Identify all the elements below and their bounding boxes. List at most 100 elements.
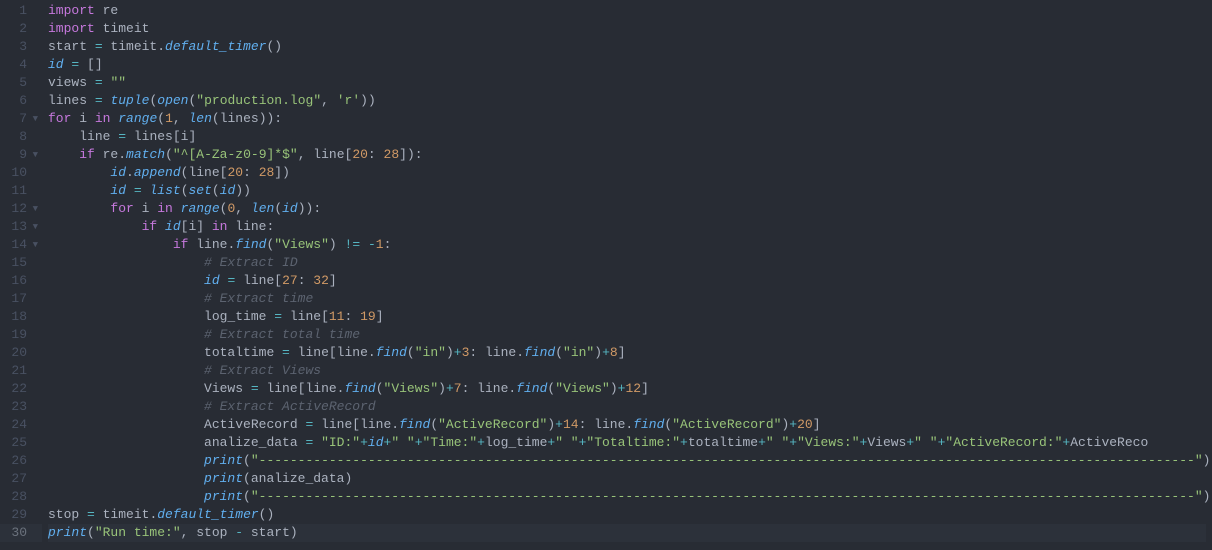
code-line[interactable]: log_time = line[11: 19] xyxy=(48,308,1206,326)
code-line[interactable]: import timeit xyxy=(48,20,1206,38)
gutter-line[interactable]: 11 xyxy=(0,182,42,200)
code-line[interactable]: if id[i] in line: xyxy=(48,218,1206,236)
code-line[interactable]: id = [] xyxy=(48,56,1206,74)
fold-arrow-icon[interactable]: ▼ xyxy=(30,146,38,164)
code-line[interactable]: line = lines[i] xyxy=(48,128,1206,146)
token: lines xyxy=(48,93,95,108)
token: timeit xyxy=(95,507,150,522)
token: ) xyxy=(438,381,446,396)
line-number: 26 xyxy=(11,452,27,470)
code-line[interactable]: # Extract Views xyxy=(48,362,1206,380)
indent xyxy=(48,381,204,396)
token: 8 xyxy=(610,345,618,360)
code-line[interactable]: # Extract total time xyxy=(48,326,1206,344)
gutter-line[interactable]: 16 xyxy=(0,272,42,290)
token: = xyxy=(118,129,126,144)
gutter-line[interactable]: 1 xyxy=(0,2,42,20)
line-number: 8 xyxy=(19,128,27,146)
gutter-line[interactable]: 22 xyxy=(0,380,42,398)
code-line[interactable]: # Extract ID xyxy=(48,254,1206,272)
code-line[interactable]: ActiveRecord = line[line.find("ActiveRec… xyxy=(48,416,1206,434)
token: , xyxy=(321,93,337,108)
gutter-line[interactable]: 15 xyxy=(0,254,42,272)
gutter-line[interactable]: 9▼ xyxy=(0,146,42,164)
gutter-line[interactable]: 18 xyxy=(0,308,42,326)
token: line[line xyxy=(259,381,337,396)
line-number-gutter[interactable]: 1234567▼89▼101112▼13▼14▼1516171819202122… xyxy=(0,0,42,550)
gutter-line[interactable]: 19 xyxy=(0,326,42,344)
code-line[interactable]: print("---------------------------------… xyxy=(48,488,1206,506)
fold-arrow-icon[interactable]: ▼ xyxy=(30,218,38,236)
gutter-line[interactable]: 17 xyxy=(0,290,42,308)
gutter-line[interactable]: 25 xyxy=(0,434,42,452)
token: re xyxy=(103,147,119,162)
code-line[interactable]: id.append(line[20: 28]) xyxy=(48,164,1206,182)
gutter-line[interactable]: 24 xyxy=(0,416,42,434)
code-line[interactable]: if line.find("Views") != -1: xyxy=(48,236,1206,254)
code-line[interactable]: import re xyxy=(48,2,1206,20)
token: set xyxy=(189,183,212,198)
code-line[interactable]: for i in range(1, len(lines)): xyxy=(48,110,1206,128)
token: "---------------------------------------… xyxy=(251,489,1203,504)
gutter-line[interactable]: 5 xyxy=(0,74,42,92)
code-line[interactable]: for i in range(0, len(id)): xyxy=(48,200,1206,218)
code-line[interactable]: print(analize_data) xyxy=(48,470,1206,488)
line-number: 19 xyxy=(11,326,27,344)
code-line[interactable]: stop = timeit.default_timer() xyxy=(48,506,1206,524)
code-line[interactable]: Views = line[line.find("Views")+7: line.… xyxy=(48,380,1206,398)
code-line[interactable]: # Extract time xyxy=(48,290,1206,308)
code-line[interactable]: # Extract ActiveRecord xyxy=(48,398,1206,416)
token: != xyxy=(345,237,361,252)
code-line[interactable]: views = "" xyxy=(48,74,1206,92)
gutter-line[interactable]: 6 xyxy=(0,92,42,110)
code-editor[interactable]: 1234567▼89▼101112▼13▼14▼1516171819202122… xyxy=(0,0,1212,550)
token: 1 xyxy=(376,237,384,252)
gutter-line[interactable]: 10 xyxy=(0,164,42,182)
code-line[interactable]: print("---------------------------------… xyxy=(48,452,1206,470)
token: (analize_data) xyxy=(243,471,352,486)
gutter-line[interactable]: 21 xyxy=(0,362,42,380)
gutter-line[interactable]: 2 xyxy=(0,20,42,38)
token: "ActiveRecord:" xyxy=(945,435,1062,450)
code-line[interactable]: lines = tuple(open("production.log", 'r'… xyxy=(48,92,1206,110)
token: # Extract Views xyxy=(204,363,321,378)
gutter-line[interactable]: 26 xyxy=(0,452,42,470)
fold-arrow-icon[interactable]: ▼ xyxy=(30,200,38,218)
token: = xyxy=(134,183,142,198)
token: "ActiveRecord" xyxy=(672,417,781,432)
gutter-line[interactable]: 4 xyxy=(0,56,42,74)
gutter-line[interactable]: 3 xyxy=(0,38,42,56)
code-line[interactable]: id = line[27: 32] xyxy=(48,272,1206,290)
line-number: 9 xyxy=(19,146,27,164)
code-line[interactable]: totaltime = line[line.find("in")+3: line… xyxy=(48,344,1206,362)
fold-arrow-icon[interactable]: ▼ xyxy=(30,236,38,254)
gutter-line[interactable]: 8 xyxy=(0,128,42,146)
gutter-line[interactable]: 23 xyxy=(0,398,42,416)
token: )): xyxy=(298,201,321,216)
code-line[interactable]: if re.match("^[A-Za-z0-9]*$", line[20: 2… xyxy=(48,146,1206,164)
gutter-line[interactable]: 14▼ xyxy=(0,236,42,254)
fold-arrow-icon[interactable]: ▼ xyxy=(30,110,38,128)
token: timeit xyxy=(103,39,158,54)
token: "" xyxy=(110,75,126,90)
gutter-line[interactable]: 29 xyxy=(0,506,42,524)
line-number: 25 xyxy=(11,434,27,452)
token: id xyxy=(110,183,126,198)
gutter-line[interactable]: 30 xyxy=(0,524,42,542)
gutter-line[interactable]: 12▼ xyxy=(0,200,42,218)
code-line[interactable]: id = list(set(id)) xyxy=(48,182,1206,200)
line-number: 30 xyxy=(11,524,27,542)
code-line[interactable]: analize_data = "ID:"+id+" "+"Time:"+log_… xyxy=(48,434,1206,452)
gutter-line[interactable]: 13▼ xyxy=(0,218,42,236)
gutter-line[interactable]: 20 xyxy=(0,344,42,362)
code-line[interactable]: print("Run time:", stop - start) xyxy=(48,524,1206,542)
token: () xyxy=(266,39,282,54)
token: "ID:" xyxy=(321,435,360,450)
token: " " xyxy=(914,435,937,450)
gutter-line[interactable]: 7▼ xyxy=(0,110,42,128)
code-line[interactable]: start = timeit.default_timer() xyxy=(48,38,1206,56)
gutter-line[interactable]: 28 xyxy=(0,488,42,506)
gutter-line[interactable]: 27 xyxy=(0,470,42,488)
code-area[interactable]: import reimport timeitstart = timeit.def… xyxy=(42,0,1212,550)
token: "Views" xyxy=(555,381,610,396)
